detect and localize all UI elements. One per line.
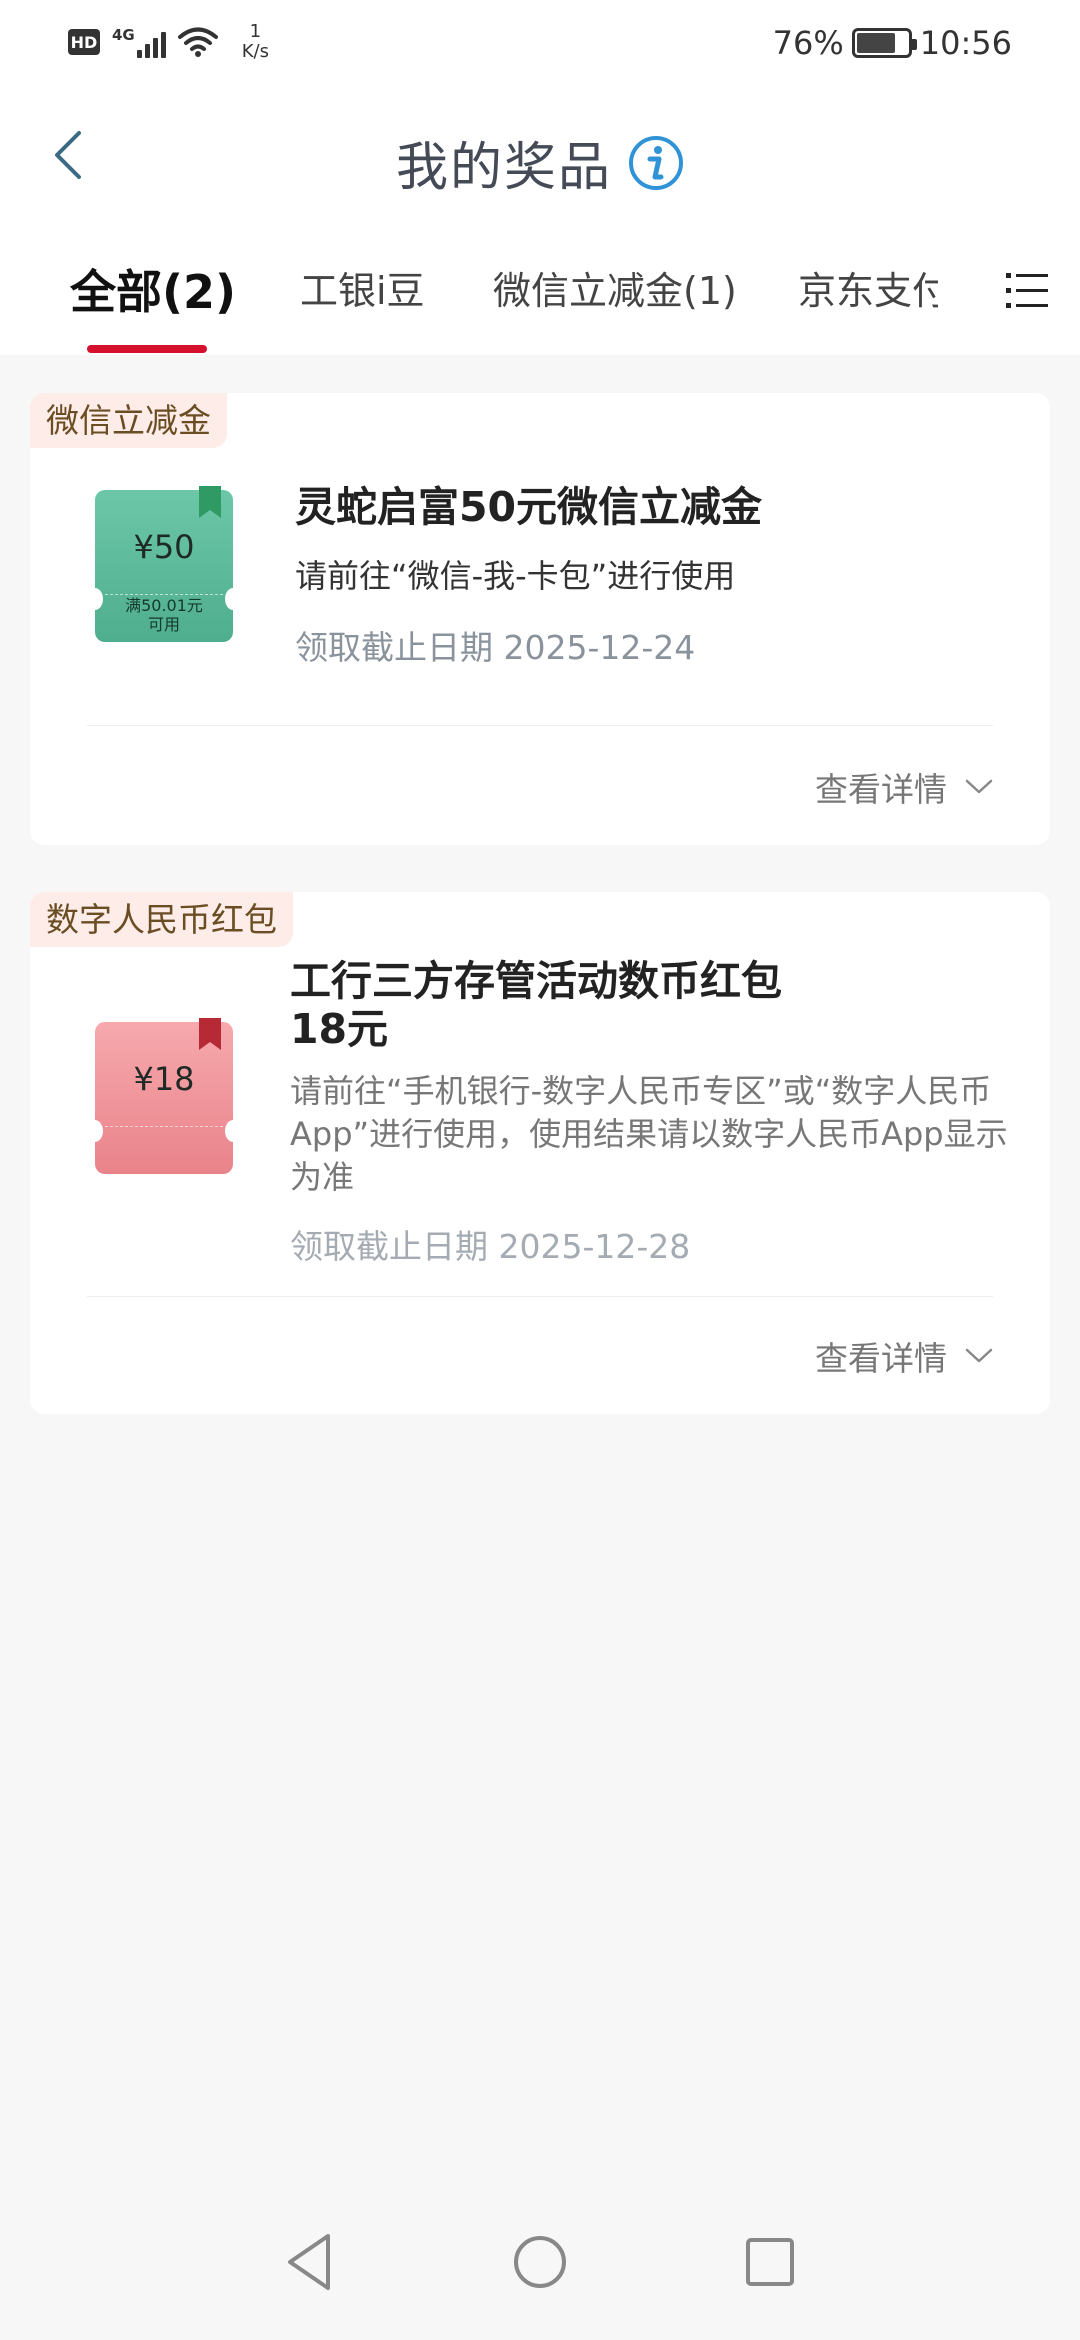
title-wrap: 我的奖品 xyxy=(0,125,1080,200)
system-nav-bar xyxy=(0,2200,1080,2340)
coupon-condition-line: 满50.01元 xyxy=(125,596,203,615)
battery-fill xyxy=(856,33,895,53)
chevron-down-icon xyxy=(965,779,993,794)
list-menu-icon[interactable] xyxy=(1004,268,1050,314)
coupon-amount: ¥18 xyxy=(133,1060,195,1098)
status-right: 76% 10:56 xyxy=(773,24,1012,62)
hd-badge: HD xyxy=(68,29,100,55)
category-tabs: 全部(2) 工银i豆 微信立减金(1) 京东支付 xyxy=(0,220,1080,355)
bookmark-icon xyxy=(199,486,221,518)
coupon-condition-line: 可用 xyxy=(147,615,180,634)
view-details-label: 查看详情 xyxy=(815,770,947,809)
status-bar: HD 4G 1 K/s 76% 10:56 xyxy=(0,0,1080,95)
prize-description: 请前往“微信-我-卡包”进行使用 xyxy=(295,557,736,595)
chevron-down-icon xyxy=(965,1348,993,1363)
tab-all[interactable]: 全部(2) xyxy=(70,256,236,322)
view-details-button[interactable]: 查看详情 xyxy=(815,763,993,811)
nav-back-icon[interactable] xyxy=(270,2222,350,2302)
prize-title: 工行三方存管活动数币红包18元 xyxy=(290,957,782,1053)
nav-home-icon[interactable] xyxy=(500,2222,580,2302)
view-details-button[interactable]: 查看详情 xyxy=(815,1332,993,1380)
card-divider xyxy=(87,1296,993,1297)
card-divider xyxy=(87,725,993,726)
coupon-condition: 满50.01元 可用 xyxy=(95,596,233,634)
battery-percent: 76% xyxy=(772,24,844,62)
network-type: 4G xyxy=(112,26,135,44)
network-speed: 1 K/s xyxy=(242,22,269,62)
prize-category-tag: 数字人民币红包 xyxy=(30,892,293,947)
coupon-notch xyxy=(87,1120,103,1142)
coupon-image: ¥50 满50.01元 可用 xyxy=(87,486,241,642)
status-left: HD 4G 1 K/s xyxy=(68,22,269,62)
bookmark-icon xyxy=(199,1018,221,1050)
clock: 10:56 xyxy=(919,24,1012,62)
battery-icon xyxy=(851,28,917,58)
active-tab-indicator xyxy=(87,345,207,353)
prize-category-tag: 微信立减金 xyxy=(30,393,227,448)
page-title: 我的奖品 xyxy=(395,138,612,198)
tab-jd-pay[interactable]: 京东支付 xyxy=(798,260,938,315)
view-details-label: 查看详情 xyxy=(815,1339,947,1378)
nav-recents-icon[interactable] xyxy=(730,2222,810,2302)
speed-value: 1 xyxy=(249,21,262,42)
coupon-divider xyxy=(105,594,223,595)
prize-card: 数字人民币红包 ¥18 工行三方存管活动数币红包18元 请前往“手机银行-数字人… xyxy=(30,892,1050,1414)
coupon-image: ¥18 xyxy=(87,1018,241,1174)
coupon-notch xyxy=(225,1120,241,1142)
prize-title: 灵蛇启富50元微信立减金 xyxy=(295,483,763,531)
prize-card: 微信立减金 ¥50 满50.01元 可用 灵蛇启富50元微信立减金 请前往“微信… xyxy=(30,393,1050,845)
coupon-divider xyxy=(105,1126,223,1127)
tab-wechat-discount[interactable]: 微信立减金(1) xyxy=(493,260,737,315)
signal-icon xyxy=(136,26,166,58)
tab-icbc-beans[interactable]: 工银i豆 xyxy=(300,260,425,315)
prizes-page: HD 4G 1 K/s 76% 10:56 我的奖品 全部(2) 工银i豆 微信… xyxy=(0,0,1080,2340)
speed-unit: K/s xyxy=(241,41,269,62)
prize-description: 请前往“手机银行-数字人民币专区”或“数字人民币App”进行使用，使用结果请以数… xyxy=(290,1072,1008,1196)
info-icon[interactable] xyxy=(628,135,684,191)
coupon-amount: ¥50 xyxy=(133,528,195,566)
wifi-icon xyxy=(177,27,218,57)
prize-deadline: 领取截止日期 2025-12-24 xyxy=(295,628,696,667)
prize-deadline: 领取截止日期 2025-12-28 xyxy=(290,1227,691,1266)
tab-fade xyxy=(940,240,1010,340)
top-header: 我的奖品 xyxy=(0,95,1080,220)
